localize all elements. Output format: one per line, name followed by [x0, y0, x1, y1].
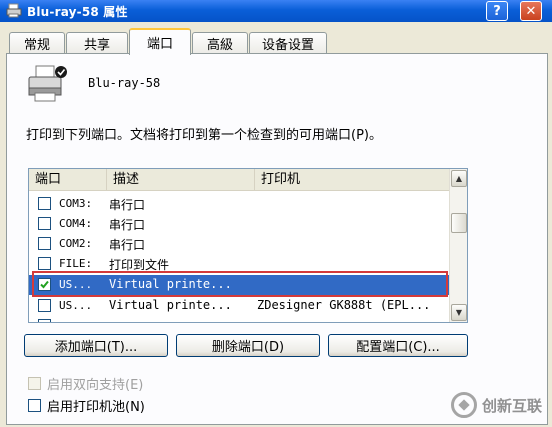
scroll-down-icon[interactable]: ▼: [451, 304, 467, 321]
list-scrollbar[interactable]: ▲ ▼: [449, 169, 467, 322]
scroll-up-icon[interactable]: ▲: [451, 170, 467, 187]
list-item-partial[interactable]: [29, 316, 449, 322]
port-checkbox[interactable]: [38, 319, 51, 322]
configure-port-button[interactable]: 配置端口(C)...: [328, 334, 468, 357]
window-title: Blu-ray-58 属性: [27, 4, 128, 19]
list-item[interactable]: COM4: 串行口: [29, 214, 449, 234]
help-button[interactable]: ?: [486, 1, 508, 21]
watermark: 创新互联: [451, 392, 542, 418]
pooling-option[interactable]: 启用打印机池(N): [28, 396, 145, 415]
printer-icon: [26, 64, 68, 106]
close-button[interactable]: ✕: [520, 1, 542, 21]
tab-device-settings[interactable]: 设备设置: [249, 32, 327, 54]
tab-ports[interactable]: 端口: [129, 28, 191, 55]
port-name: FILE:: [59, 257, 93, 270]
column-header-port[interactable]: 端口: [29, 169, 107, 191]
port-description: 串行口: [109, 238, 146, 252]
add-port-button[interactable]: 添加端口(T)...: [24, 334, 168, 357]
port-name: COM2:: [59, 237, 93, 250]
port-checkbox[interactable]: [38, 217, 51, 230]
port-name: COM4:: [59, 217, 93, 230]
printer-small-icon: [6, 3, 22, 19]
highlight-box: [32, 271, 448, 297]
watermark-text: 创新互联: [482, 396, 543, 415]
port-checkbox[interactable]: [38, 197, 51, 210]
tab-general[interactable]: 常规: [9, 32, 65, 54]
title-bar: Blu-ray-58 属性 ? ✕: [0, 0, 552, 22]
tab-sharing[interactable]: 共享: [66, 32, 128, 54]
port-description: 串行口: [109, 198, 146, 212]
column-header-printer[interactable]: 打印机: [255, 169, 449, 191]
list-item[interactable]: US... Virtual printe... ZDesigner GK888t…: [29, 296, 449, 316]
list-item[interactable]: COM2: 串行口: [29, 234, 449, 254]
delete-port-button[interactable]: 删除端口(D): [176, 334, 320, 357]
bidirectional-option[interactable]: 启用双向支持(E): [28, 374, 143, 393]
port-checkbox[interactable]: [38, 299, 51, 312]
instruction-text: 打印到下列端口。文档将打印到第一个检查到的可用端口(P)。: [26, 128, 382, 143]
scroll-thumb[interactable]: [451, 213, 467, 233]
pooling-label: 启用打印机池(N): [47, 400, 145, 415]
bidirectional-checkbox[interactable]: [28, 377, 41, 390]
port-name: COM3:: [59, 197, 93, 210]
list-header: 端口 描述 打印机: [29, 169, 449, 191]
tab-advanced[interactable]: 高級: [192, 32, 248, 54]
port-description: Virtual printe...: [109, 298, 232, 312]
pooling-checkbox[interactable]: [28, 399, 41, 412]
column-header-description[interactable]: 描述: [107, 169, 255, 191]
watermark-logo-icon: [451, 392, 477, 418]
port-list[interactable]: 端口 描述 打印机 COM3: 串行口 COM4: 串行口 COM2: 串行口 …: [28, 168, 468, 323]
port-checkbox[interactable]: [38, 237, 51, 250]
port-checkbox[interactable]: [38, 257, 51, 270]
tab-strip: 常规 共享 端口 高級 设备设置: [0, 28, 552, 55]
port-printer: ZDesigner GK888t (EPL...: [257, 298, 431, 312]
port-name: US...: [59, 299, 93, 312]
port-description: 串行口: [109, 218, 146, 232]
printer-name: Blu-ray-58: [88, 76, 161, 90]
bidirectional-label: 启用双向支持(E): [47, 378, 144, 393]
list-item[interactable]: COM3: 串行口: [29, 194, 449, 214]
